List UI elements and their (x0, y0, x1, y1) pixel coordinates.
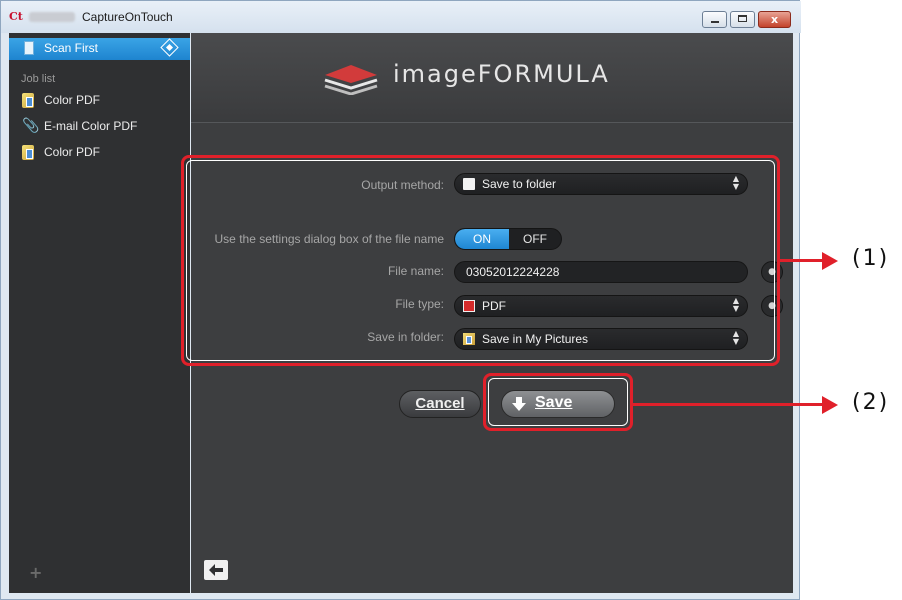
sidebar-item-label: Scan First (44, 41, 99, 55)
minimize-icon (711, 21, 719, 23)
close-button[interactable]: x (758, 11, 791, 28)
close-icon: x (770, 13, 779, 26)
window-title: CaptureOnTouch (82, 10, 173, 24)
sidebar-item-job-1[interactable]: Color PDF (9, 91, 190, 113)
callout-arrow-1-line (780, 259, 824, 262)
arrow-left-icon (209, 564, 223, 576)
imageformula-logo-icon (324, 65, 378, 95)
document-icon (24, 41, 34, 55)
job-label: E-mail Color PDF (44, 119, 138, 133)
job-label: Color PDF (44, 93, 101, 107)
title-bar: Ct CaptureOnTouch x (1, 1, 801, 33)
sidebar-item-scan-first[interactable]: Scan First (9, 38, 190, 60)
maximize-button[interactable] (730, 11, 755, 28)
folder-pictures-icon (22, 93, 34, 108)
brand-header: imageFORMULA (191, 33, 793, 123)
callout-label-2: (2) (852, 390, 890, 415)
callout-arrow-2-line (633, 403, 824, 406)
callout-arrow-2-head (822, 396, 838, 414)
brand-title: imageFORMULA (393, 60, 610, 88)
job-label: Color PDF (44, 145, 101, 159)
add-job-button[interactable]: + (29, 563, 42, 582)
sidebar: Scan First Job list Color PDF 📎 E-mail C… (9, 33, 190, 593)
minimize-button[interactable] (702, 11, 727, 28)
back-button[interactable] (204, 560, 228, 580)
header-divider (191, 122, 793, 123)
callout-box-1-inner (186, 160, 775, 361)
paperclip-icon: 📎 (22, 118, 40, 134)
sidebar-item-job-3[interactable]: Color PDF (9, 143, 190, 165)
cancel-label: Cancel (415, 395, 465, 412)
sidebar-item-job-2[interactable]: 📎 E-mail Color PDF (9, 117, 190, 139)
cancel-button[interactable]: Cancel (399, 390, 481, 418)
diamond-icon[interactable] (160, 38, 179, 57)
callout-box-2 (483, 373, 633, 431)
callout-label-1: (1) (852, 246, 890, 271)
callout-box-2-inner (488, 378, 628, 426)
blurred-model-name (29, 12, 75, 22)
maximize-icon (738, 15, 747, 22)
callout-box-1 (181, 155, 780, 366)
callout-arrow-1-head (822, 252, 838, 270)
folder-pictures-icon (22, 145, 34, 160)
app-logo-icon: Ct (9, 10, 23, 23)
job-list-heading: Job list (21, 73, 56, 85)
